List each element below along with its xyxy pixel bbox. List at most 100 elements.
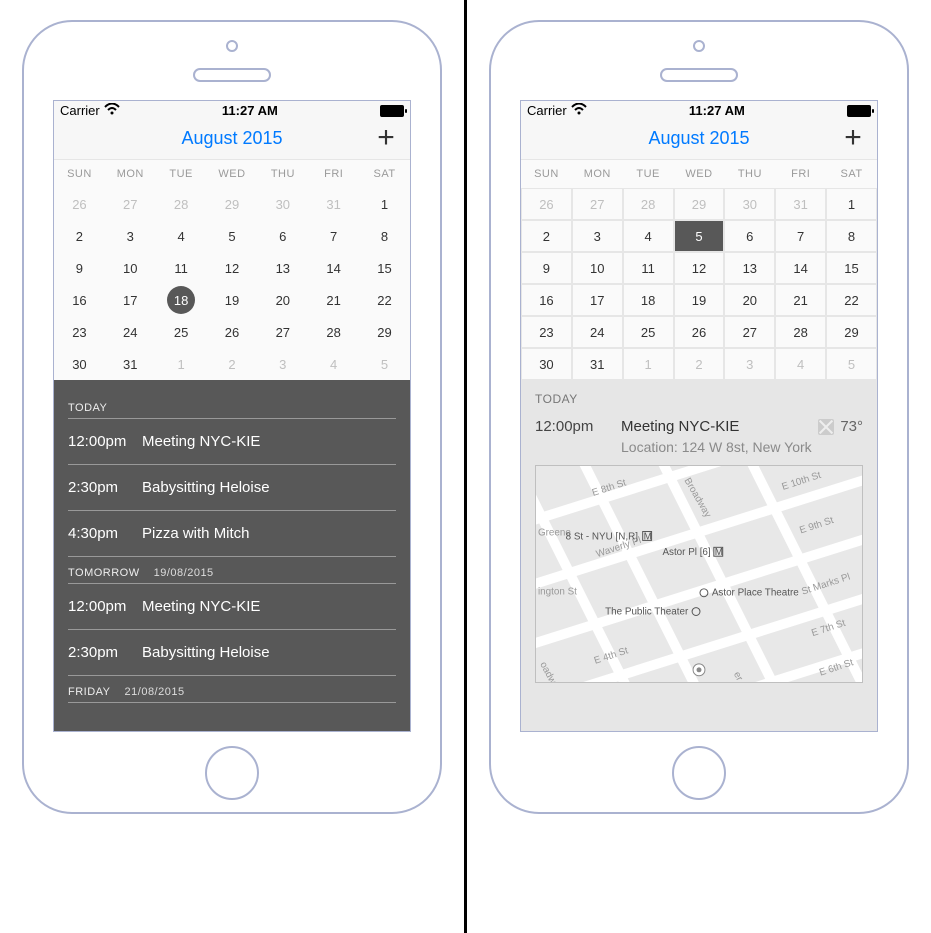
calendar-day[interactable]: 5 [359, 348, 410, 380]
home-button[interactable] [205, 746, 259, 800]
add-event-button[interactable]: + [372, 124, 400, 152]
calendar-day[interactable]: 19 [207, 284, 258, 316]
events-section-label: FRIDAY [68, 686, 111, 698]
calendar-day[interactable]: 27 [257, 316, 308, 348]
calendar-day[interactable]: 26 [521, 188, 572, 220]
calendar-day[interactable]: 21 [308, 284, 359, 316]
calendar-day[interactable]: 31 [105, 348, 156, 380]
calendar-day[interactable]: 2 [674, 348, 725, 380]
calendar-day[interactable]: 27 [724, 316, 775, 348]
calendar-day[interactable]: 7 [775, 220, 826, 252]
calendar-day[interactable]: 28 [156, 188, 207, 220]
calendar-day[interactable]: 31 [308, 188, 359, 220]
calendar-day[interactable]: 11 [623, 252, 674, 284]
calendar-day[interactable]: 27 [105, 188, 156, 220]
calendar-day[interactable]: 10 [572, 252, 623, 284]
calendar-day[interactable]: 22 [359, 284, 410, 316]
calendar-day[interactable]: 7 [308, 220, 359, 252]
calendar-day[interactable]: 4 [156, 220, 207, 252]
calendar-day[interactable]: 23 [54, 316, 105, 348]
calendar-day[interactable]: 23 [521, 316, 572, 348]
calendar-day[interactable]: 1 [623, 348, 674, 380]
calendar-day[interactable]: 30 [257, 188, 308, 220]
calendar-day[interactable]: 2 [521, 220, 572, 252]
status-time: 11:27 AM [222, 103, 278, 118]
calendar-day[interactable]: 1 [156, 348, 207, 380]
calendar-day[interactable]: 30 [54, 348, 105, 380]
calendar-day[interactable]: 29 [207, 188, 258, 220]
calendar-day[interactable]: 4 [308, 348, 359, 380]
calendar-day[interactable]: 20 [257, 284, 308, 316]
calendar-day[interactable]: 28 [308, 316, 359, 348]
calendar-day[interactable]: 12 [207, 252, 258, 284]
calendar-day[interactable]: 16 [54, 284, 105, 316]
calendar-day[interactable]: 14 [775, 252, 826, 284]
month-title[interactable]: August 2015 [648, 128, 749, 149]
calendar-day[interactable]: 29 [826, 316, 877, 348]
event-row[interactable]: 2:30pmBabysitting Heloise [68, 465, 396, 511]
calendar-day[interactable]: 13 [724, 252, 775, 284]
events-list[interactable]: TODAY12:00pmMeeting NYC-KIE2:30pmBabysit… [54, 380, 410, 731]
event-row[interactable]: 4:30pmPizza with Mitch [68, 511, 396, 557]
calendar-day[interactable]: 18 [623, 284, 674, 316]
calendar-day[interactable]: 17 [105, 284, 156, 316]
calendar-day[interactable]: 4 [623, 220, 674, 252]
calendar-day[interactable]: 5 [674, 220, 725, 252]
calendar-day[interactable]: 3 [572, 220, 623, 252]
calendar-day[interactable]: 15 [826, 252, 877, 284]
calendar-day[interactable]: 29 [674, 188, 725, 220]
calendar-day[interactable]: 2 [54, 220, 105, 252]
calendar-day[interactable]: 26 [54, 188, 105, 220]
calendar-day[interactable]: 28 [775, 316, 826, 348]
calendar-day[interactable]: 26 [674, 316, 725, 348]
calendar-day[interactable]: 5 [207, 220, 258, 252]
event-row[interactable]: 12:00pmMeeting NYC-KIE [68, 419, 396, 465]
calendar-day[interactable]: 8 [826, 220, 877, 252]
calendar-day[interactable]: 4 [775, 348, 826, 380]
event-row[interactable]: 2:30pmBabysitting Heloise [68, 630, 396, 676]
calendar-day[interactable]: 31 [572, 348, 623, 380]
calendar-day[interactable]: 30 [724, 188, 775, 220]
calendar-day[interactable]: 20 [724, 284, 775, 316]
calendar-day[interactable]: 12 [674, 252, 725, 284]
calendar-day[interactable]: 9 [54, 252, 105, 284]
home-button[interactable] [672, 746, 726, 800]
calendar-day[interactable]: 29 [359, 316, 410, 348]
calendar-day[interactable]: 27 [572, 188, 623, 220]
calendar-day[interactable]: 15 [359, 252, 410, 284]
calendar-day[interactable]: 8 [359, 220, 410, 252]
calendar-day[interactable]: 22 [826, 284, 877, 316]
calendar-day[interactable]: 19 [674, 284, 725, 316]
calendar-day[interactable]: 1 [359, 188, 410, 220]
calendar-day[interactable]: 24 [105, 316, 156, 348]
calendar-day[interactable]: 5 [826, 348, 877, 380]
add-event-button[interactable]: + [839, 124, 867, 152]
calendar-day[interactable]: 17 [572, 284, 623, 316]
event-row[interactable]: 12:00pmMeeting NYC-KIE [68, 584, 396, 630]
calendar-day[interactable]: 24 [572, 316, 623, 348]
calendar-day[interactable]: 9 [521, 252, 572, 284]
calendar-day[interactable]: 28 [623, 188, 674, 220]
calendar-day[interactable]: 16 [521, 284, 572, 316]
calendar-day[interactable]: 26 [207, 316, 258, 348]
map[interactable]: E 8th St Broadway E 10th St E 9th St Wav… [535, 465, 863, 683]
calendar-day[interactable]: 3 [257, 348, 308, 380]
calendar-day[interactable]: 3 [724, 348, 775, 380]
calendar-day[interactable]: 30 [521, 348, 572, 380]
calendar-day[interactable]: 21 [775, 284, 826, 316]
calendar-day[interactable]: 2 [207, 348, 258, 380]
calendar-day[interactable]: 3 [105, 220, 156, 252]
calendar-day[interactable]: 25 [156, 316, 207, 348]
calendar-day[interactable]: 6 [257, 220, 308, 252]
calendar-day[interactable]: 14 [308, 252, 359, 284]
calendar-day[interactable]: 1 [826, 188, 877, 220]
calendar-day[interactable]: 11 [156, 252, 207, 284]
calendar-day[interactable]: 25 [623, 316, 674, 348]
month-title[interactable]: August 2015 [181, 128, 282, 149]
detail-event-title[interactable]: Meeting NYC-KIE [621, 418, 802, 435]
calendar-day[interactable]: 10 [105, 252, 156, 284]
calendar-day[interactable]: 13 [257, 252, 308, 284]
calendar-day[interactable]: 31 [775, 188, 826, 220]
calendar-day[interactable]: 6 [724, 220, 775, 252]
calendar-day[interactable]: 18 [156, 284, 207, 316]
